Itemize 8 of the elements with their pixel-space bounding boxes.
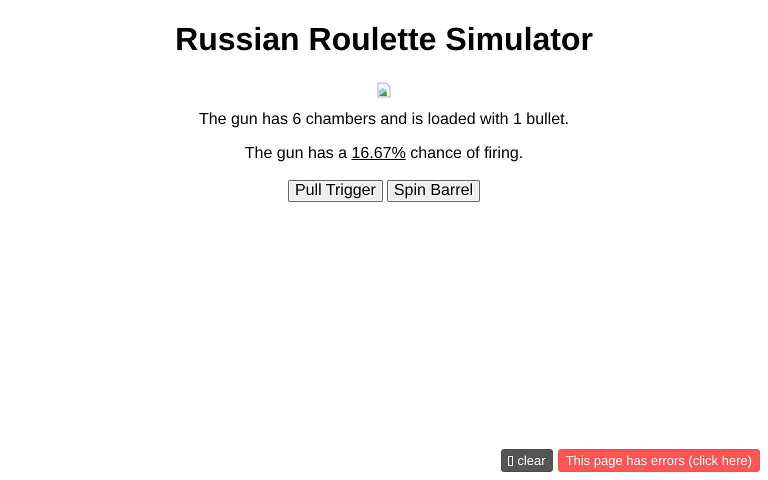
pull-trigger-button[interactable]: Pull Trigger [288, 180, 383, 202]
description-text: The gun has 6 chambers and is loaded with 1 bullet. [198, 110, 569, 130]
chance-text: The gun has a 16.67% chance of firing. [244, 144, 524, 164]
page-title: Russian Roulette Simulator [175, 21, 593, 58]
missing-glyph-icon [508, 456, 514, 466]
broken-image-icon [376, 82, 392, 98]
spin-barrel-button[interactable]: Spin Barrel [386, 180, 480, 202]
clear-button[interactable]: clear [501, 449, 553, 472]
